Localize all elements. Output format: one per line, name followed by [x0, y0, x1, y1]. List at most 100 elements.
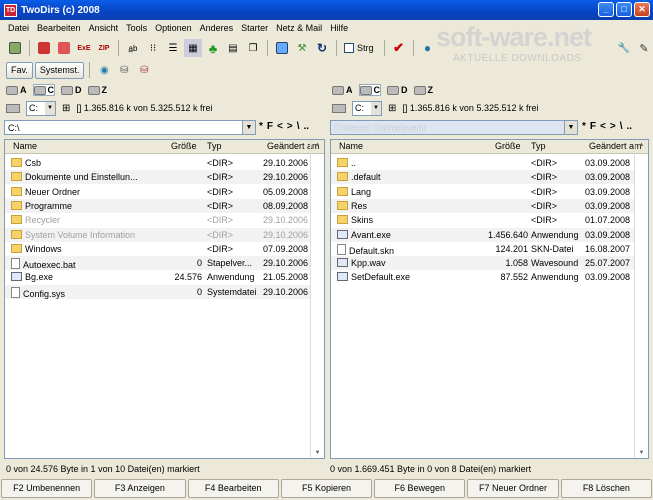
table-row[interactable]: Kpp.wav 1.058 Wavesound 25.07.2007 — [331, 256, 634, 271]
table-row[interactable]: Res <DIR> 03.09.2008 — [331, 198, 634, 213]
left-drive-select[interactable]: C: ▼ — [26, 100, 56, 116]
col-size[interactable]: Größe — [495, 141, 521, 151]
right-drive-z[interactable]: Z — [413, 85, 433, 95]
table-row[interactable]: Lang <DIR> 03.09.2008 — [331, 185, 634, 199]
tools-icon[interactable]: ⚒ — [293, 39, 311, 57]
table-row[interactable]: .. <DIR> 03.09.2008 — [331, 156, 634, 170]
menu-anderes[interactable]: Anderes — [196, 23, 238, 33]
strg-toggle[interactable]: Strg — [344, 43, 374, 53]
close-button[interactable]: ✕ — [634, 2, 650, 17]
table-row[interactable]: Recycler <DIR> 29.10.2006 — [5, 213, 310, 227]
menu-tools[interactable]: Tools — [122, 23, 151, 33]
col-name[interactable]: Name — [13, 141, 37, 151]
f3-view-button[interactable]: F3 Anzeigen — [94, 479, 186, 498]
col-type[interactable]: Typ — [207, 141, 222, 151]
exe-icon[interactable]: ExE — [75, 39, 93, 57]
left-drive-z[interactable]: Z — [87, 85, 107, 95]
fav-button[interactable]: Fav. — [6, 61, 33, 79]
scroll-down-icon[interactable]: ▼ — [636, 450, 647, 456]
list-view-icon[interactable]: ☰ — [164, 39, 182, 57]
map-drive-icon[interactable]: ⛁ — [115, 61, 133, 79]
col-name[interactable]: Name — [339, 141, 363, 151]
sort-name-icon[interactable]: a̲b — [124, 39, 142, 57]
table-row[interactable]: System Volume Information <DIR> 29.10.2006 — [5, 227, 310, 242]
right-scrollbar[interactable]: ▲ ▼ — [634, 140, 648, 458]
network-drive-icon[interactable]: ◉ — [95, 61, 113, 79]
menu-starter[interactable]: Starter — [237, 23, 272, 33]
table-row[interactable]: Csb <DIR> 29.10.2006 — [5, 156, 310, 170]
copy-icon[interactable] — [6, 39, 24, 57]
f6-move-button[interactable]: F6 Bewegen — [374, 479, 466, 498]
checkmark-icon[interactable]: ✔ — [390, 39, 408, 57]
settings-icon[interactable] — [273, 39, 291, 57]
scroll-down-icon[interactable]: ▼ — [312, 450, 323, 456]
left-path-input[interactable]: C:\ ▼ — [4, 120, 256, 135]
transfer-icon[interactable] — [55, 39, 73, 57]
left-drive-c[interactable]: C — [32, 84, 55, 96]
forward-button[interactable]: > — [287, 121, 293, 132]
globe-icon[interactable]: ● — [419, 39, 437, 57]
root-button[interactable]: \ — [620, 121, 623, 132]
left-file-list[interactable]: Name Größe Typ Geändert am Csb <DIR> 29.10… — [4, 139, 325, 459]
table-row[interactable]: Autoexec.bat 0 Stapelver... 29.10.2006 — [5, 256, 310, 271]
chevron-down-icon[interactable]: ▼ — [564, 121, 577, 134]
table-row[interactable]: Avant.exe 1.456.640 Anwendung 03.09.2008 — [331, 227, 634, 242]
scroll-up-icon[interactable]: ▲ — [312, 142, 323, 148]
table-row[interactable]: Bg.exe 24.576 Anwendung 21.05.2008 — [5, 270, 310, 284]
root-button[interactable]: \ — [297, 121, 300, 132]
filter-all-button[interactable]: * — [582, 121, 586, 132]
scroll-up-icon[interactable]: ▲ — [636, 142, 647, 148]
f7-new-folder-button[interactable]: F7 Neuer Ordner — [467, 479, 559, 498]
left-drive-a[interactable]: A — [6, 85, 27, 95]
f2-rename-button[interactable]: F2 Umbenennen — [1, 479, 93, 498]
detail-view-icon[interactable]: ▦ — [184, 39, 202, 57]
left-scrollbar[interactable]: ▲ ▼ — [310, 140, 324, 458]
pages-icon[interactable]: ❐ — [244, 39, 262, 57]
filter-button[interactable]: F — [267, 121, 273, 132]
grid-icon[interactable]: ▤ — [224, 39, 242, 57]
filter-all-button[interactable]: * — [259, 121, 263, 132]
strg-checkbox[interactable] — [344, 43, 354, 53]
menu-netz-mail[interactable]: Netz & Mail — [272, 23, 326, 33]
refresh-icon[interactable]: ↻ — [313, 39, 331, 57]
table-row[interactable]: Neuer Ordner <DIR> 05.09.2008 — [5, 185, 310, 199]
col-size[interactable]: Größe — [171, 141, 197, 151]
back-button[interactable]: < — [600, 121, 606, 132]
menu-hilfe[interactable]: Hilfe — [326, 23, 352, 33]
f5-copy-button[interactable]: F5 Kopieren — [280, 479, 373, 498]
menu-datei[interactable]: Datei — [4, 23, 33, 33]
table-row[interactable]: .default <DIR> 03.09.2008 — [331, 170, 634, 185]
forward-button[interactable]: > — [610, 121, 616, 132]
systemst-button[interactable]: Systemst. — [34, 61, 85, 79]
table-row[interactable]: Dokumente und Einstellun... <DIR> 29.10.20… — [5, 170, 310, 185]
parent-button[interactable]: .. — [303, 121, 309, 132]
move-icon[interactable] — [35, 39, 53, 57]
left-drive-d[interactable]: D — [61, 85, 82, 95]
disconnect-drive-icon[interactable]: ⛁ — [135, 61, 153, 79]
filter-button[interactable]: F — [590, 121, 596, 132]
wrench-icon[interactable]: 🔧 — [615, 39, 633, 57]
right-drive-a[interactable]: A — [332, 85, 353, 95]
table-row[interactable]: SetDefault.exe 87.552 Anwendung 03.09.2008 — [331, 270, 634, 284]
network-icon[interactable]: ✎ — [635, 39, 653, 57]
menu-ansicht[interactable]: Ansicht — [85, 23, 123, 33]
right-file-list[interactable]: Name Größe Typ Geändert am .. <DIR> 03.09.… — [330, 139, 649, 459]
zip-icon[interactable]: ZIP — [95, 39, 113, 57]
chevron-down-icon[interactable]: ▼ — [242, 121, 255, 134]
menu-optionen[interactable]: Optionen — [151, 23, 196, 33]
sort-list-icon[interactable]: ⁝⁝ — [144, 39, 162, 57]
right-drive-select[interactable]: C: ▼ — [352, 100, 382, 116]
right-drive-c[interactable]: C — [358, 84, 381, 96]
table-row[interactable]: Windows <DIR> 07.09.2008 — [5, 242, 310, 256]
right-drive-d[interactable]: D — [387, 85, 408, 95]
right-path-input[interactable]: C:\Neuer Ordner\avant ▼ — [330, 120, 578, 135]
table-row[interactable]: Config.sys 0 Systemdatei 29.10.2006 — [5, 284, 310, 299]
minimize-button[interactable]: _ — [598, 2, 614, 17]
parent-button[interactable]: .. — [626, 121, 632, 132]
f8-delete-button[interactable]: F8 Löschen — [560, 479, 652, 498]
table-row[interactable]: Programme <DIR> 08.09.2008 — [5, 198, 310, 213]
table-row[interactable]: Default.skn 124.201 SKN-Datei 16.08.2007 — [331, 242, 634, 256]
maximize-button[interactable]: □ — [616, 2, 632, 17]
col-type[interactable]: Typ — [531, 141, 546, 151]
f4-edit-button[interactable]: F4 Bearbeiten — [187, 479, 279, 498]
